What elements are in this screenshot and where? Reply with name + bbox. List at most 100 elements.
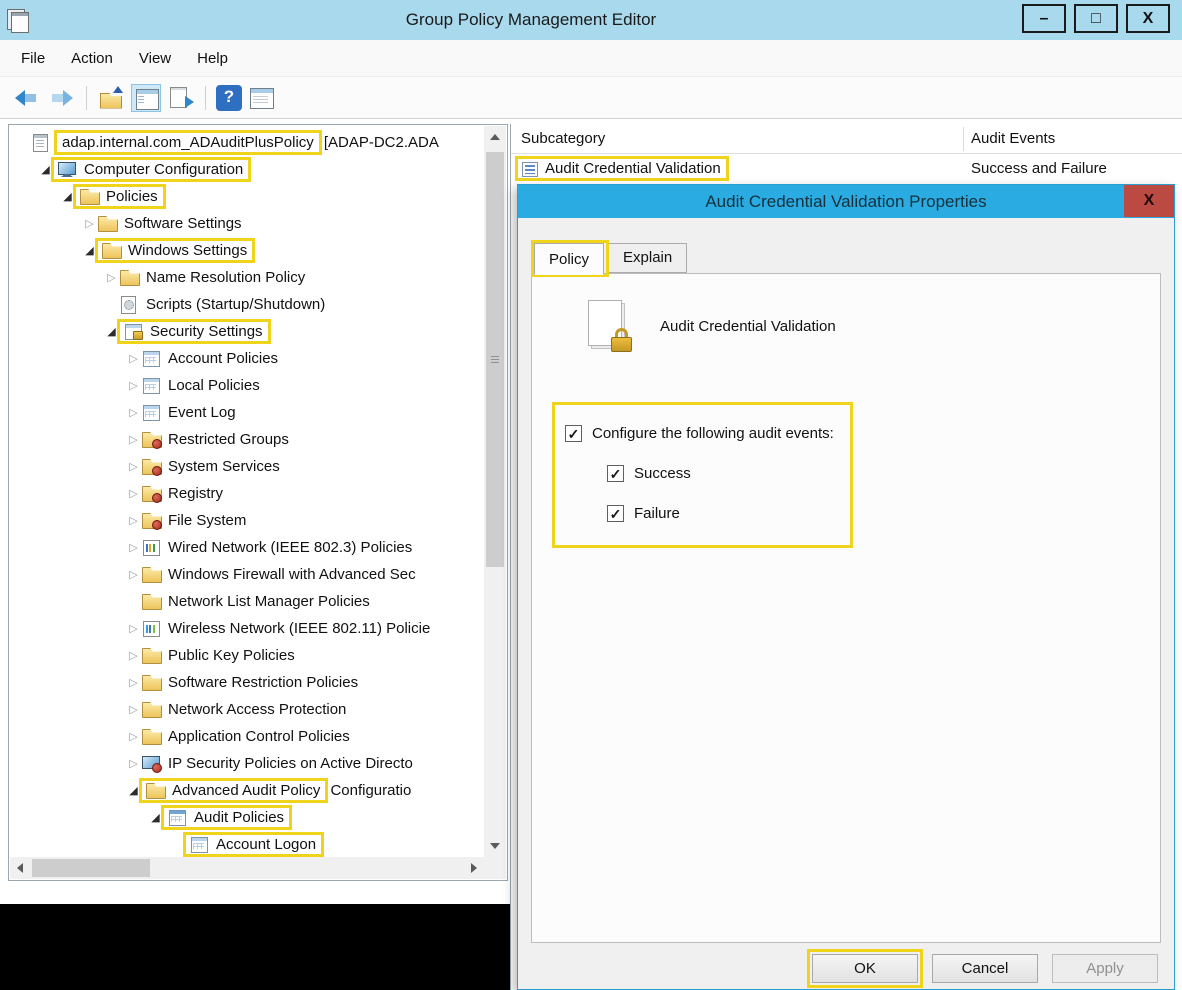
tree-item[interactable]: ▷ IP Security Policies on Active Directo [10,750,484,777]
tree-item[interactable]: Account Logon [10,831,484,857]
menu-view[interactable]: View [126,45,184,72]
tree-item[interactable]: ▷ Local Policies [10,372,484,399]
expand-arrow-icon[interactable]: ▷ [126,487,141,500]
tree-item-label: Software Settings [124,215,242,232]
list-row[interactable]: Audit Credential Validation Success and F… [511,154,1182,183]
tree-item[interactable]: Scripts (Startup/Shutdown) [10,291,484,318]
tree-item[interactable]: ▷ Windows Firewall with Advanced Sec [10,561,484,588]
dialog-title: Audit Credential Validation Properties [705,191,987,211]
checkbox-failure[interactable] [607,504,624,522]
expand-arrow-icon[interactable]: ▷ [126,406,141,419]
scroll-left-icon[interactable] [10,858,30,878]
tree-view: adap.internal.com_ADAuditPlusPolicy [ADA… [10,126,484,857]
tree-item-label: Network Access Protection [168,701,347,718]
tree-item[interactable]: ▷ Network Access Protection [10,696,484,723]
apply-button[interactable]: Apply [1052,954,1158,983]
tree-item[interactable]: ▷ File System [10,507,484,534]
scrollbar-thumb[interactable] [32,859,150,877]
column-header-subcategory[interactable]: Subcategory [521,130,605,147]
properties-icon[interactable] [246,84,276,112]
policy-document-lock-icon [588,300,632,352]
lockfolder-icon [142,512,162,530]
export-list-icon[interactable] [165,84,195,112]
forward-icon[interactable] [46,84,76,112]
expand-arrow-icon[interactable]: ▷ [126,676,141,689]
folder-icon [142,566,161,583]
tree-item[interactable]: ▷ Name Resolution Policy [10,264,484,291]
tree-item[interactable]: ▷ Wireless Network (IEEE 802.11) Policie [10,615,484,642]
tree-item[interactable]: ▷ System Services [10,453,484,480]
expand-arrow-icon[interactable]: ▷ [126,703,141,716]
tree-item[interactable]: adap.internal.com_ADAuditPlusPolicy [ADA… [10,129,484,156]
minimize-button[interactable]: – [1022,4,1066,33]
expand-arrow-icon[interactable]: ▷ [126,649,141,662]
cancel-button[interactable]: Cancel [932,954,1038,983]
up-one-level-icon[interactable] [97,84,127,112]
folder-icon [142,593,161,610]
folder-icon [142,728,161,745]
expand-arrow-icon[interactable]: ▷ [126,757,141,770]
tree-item[interactable]: ▷ Event Log [10,399,484,426]
option-row: Failure [607,493,834,533]
tree-item[interactable]: ◢ Windows Settings [10,237,484,264]
tree-item[interactable]: ▷ Public Key Policies [10,642,484,669]
tree-item[interactable]: ▷ Registry [10,480,484,507]
scrollbar-thumb[interactable] [486,152,504,567]
expand-arrow-icon[interactable]: ▷ [104,271,119,284]
vertical-scrollbar[interactable] [484,126,506,857]
tree-item[interactable]: ◢ Security Settings [10,318,484,345]
tree-item[interactable]: ▷ Software Settings [10,210,484,237]
expand-arrow-icon[interactable]: ▷ [126,352,141,365]
scroll-down-icon[interactable] [485,836,505,856]
expand-arrow-icon[interactable]: ▷ [126,433,141,446]
tree-item[interactable]: ◢ Computer Configuration [10,156,484,183]
tree-item[interactable]: ▷ Application Control Policies [10,723,484,750]
lockfolder-icon [142,458,162,476]
annotation-highlight: Policy [531,240,610,277]
grid-icon [190,836,209,853]
back-icon[interactable] [12,84,42,112]
dialog-titlebar[interactable]: Audit Credential Validation Properties X [518,185,1174,218]
column-header-audit-events[interactable]: Audit Events [971,130,1055,147]
expand-arrow-icon[interactable]: ▷ [126,541,141,554]
chart-icon [142,539,161,556]
tab-explain[interactable]: Explain [608,243,688,273]
expand-arrow-icon[interactable]: ▷ [126,460,141,473]
ok-button[interactable]: OK [812,954,918,983]
tree-item[interactable]: ▷ Account Policies [10,345,484,372]
tree-item[interactable]: ◢ Policies [10,183,484,210]
annotation-highlight: Advanced Audit Policy [139,778,329,803]
scroll-right-icon[interactable] [464,858,484,878]
tree-item[interactable]: ◢ Audit Policies [10,804,484,831]
expand-arrow-icon[interactable]: ▷ [126,379,141,392]
menu-action[interactable]: Action [58,45,126,72]
tree-item[interactable]: ▷ Software Restriction Policies [10,669,484,696]
help-icon[interactable] [216,85,242,111]
audit-icon [168,809,187,826]
menu-help[interactable]: Help [184,45,241,72]
show-console-tree-icon[interactable] [131,83,161,112]
expand-arrow-icon[interactable]: ▷ [126,568,141,581]
tree-item[interactable]: ▷ Restricted Groups [10,426,484,453]
menu-file[interactable]: File [8,45,58,72]
dialog-close-button[interactable]: X [1124,185,1174,217]
column-divider[interactable] [963,127,964,151]
expand-arrow-icon[interactable]: ▷ [126,514,141,527]
tree-item[interactable]: Network List Manager Policies [10,588,484,615]
tree-item[interactable]: ◢ Advanced Audit Policy Configuratio [10,777,484,804]
tree-item[interactable]: ▷ Wired Network (IEEE 802.3) Policies [10,534,484,561]
scroll-up-icon[interactable] [485,127,505,147]
maximize-button[interactable]: □ [1074,4,1118,33]
expand-arrow-icon[interactable]: ▷ [126,622,141,635]
tree-item-label: Application Control Policies [168,728,350,745]
tree-item-label: Audit Policies [194,809,285,826]
close-button[interactable]: X [1126,4,1170,33]
tab-policy[interactable]: Policy [534,243,605,275]
horizontal-scrollbar[interactable] [10,857,484,879]
binary-icon [522,161,538,177]
expand-arrow-icon[interactable]: ▷ [126,730,141,743]
annotation-highlight: adap.internal.com_ADAuditPlusPolicy [54,130,322,155]
expand-arrow-icon[interactable]: ▷ [82,217,97,230]
checkbox-configure-the-following-audit-events[interactable] [565,424,582,442]
checkbox-success[interactable] [607,464,624,482]
